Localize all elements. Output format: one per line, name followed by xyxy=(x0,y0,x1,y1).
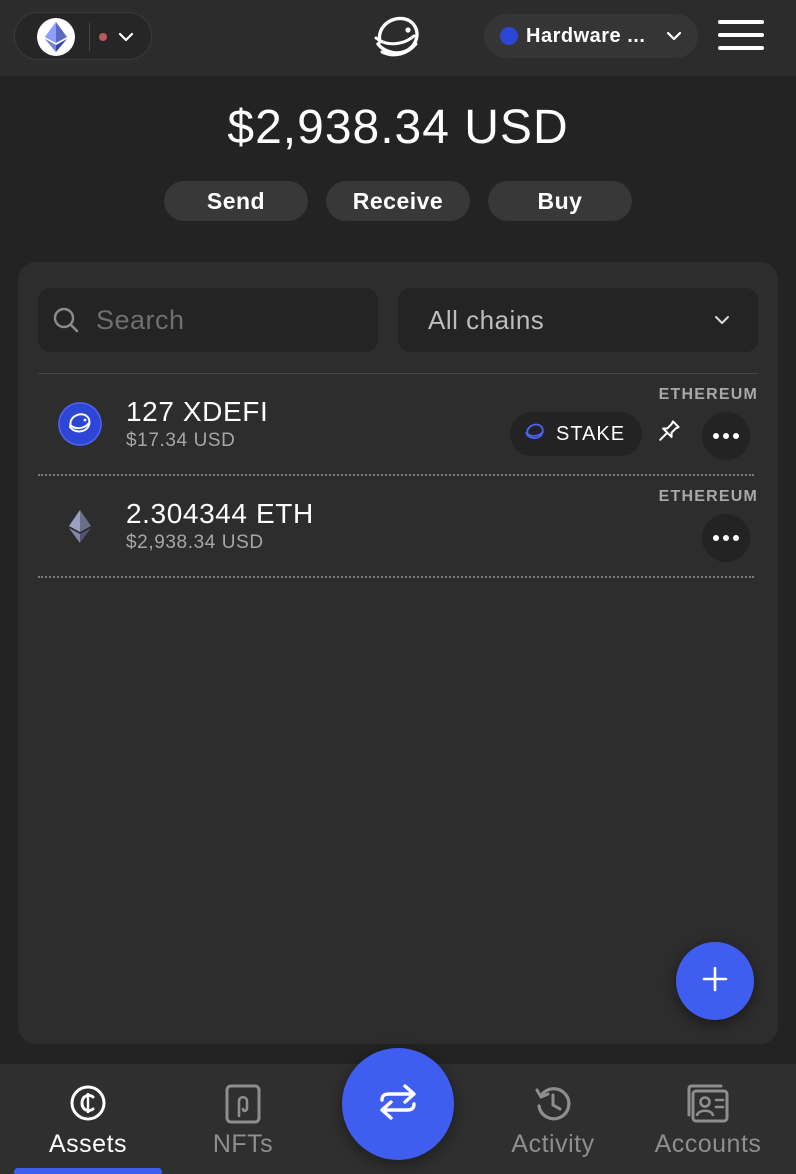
plus-icon xyxy=(701,965,729,998)
assets-coin-icon xyxy=(69,1084,107,1127)
chevron-down-icon xyxy=(714,313,730,332)
more-options-button[interactable] xyxy=(702,412,750,460)
asset-chain-label: ETHEREUM xyxy=(658,386,758,403)
nav-item-accounts[interactable]: Accounts xyxy=(630,1064,786,1174)
nft-card-icon xyxy=(224,1084,262,1129)
asset-row-eth[interactable]: 2.304344 ETH $2,938.34 USD ETHEREUM xyxy=(18,476,778,576)
total-balance: $2,938.34 USD xyxy=(227,101,569,154)
wallet-name: Hardware ... xyxy=(526,25,646,47)
wallet-selector[interactable]: Hardware ... xyxy=(484,14,698,58)
connection-status-dot xyxy=(99,33,107,41)
xdefi-token-icon xyxy=(58,402,102,446)
chain-filter-select[interactable]: All chains xyxy=(398,288,758,352)
search-input[interactable] xyxy=(96,288,366,352)
hardware-wallet-dot xyxy=(500,27,518,45)
asset-chain-label: ETHEREUM xyxy=(658,488,758,505)
send-button[interactable]: Send xyxy=(164,181,308,221)
stake-button[interactable]: STAKE xyxy=(510,412,642,456)
stake-label: STAKE xyxy=(556,422,626,445)
nav-item-assets[interactable]: Assets xyxy=(10,1064,166,1174)
asset-fiat-value: $17.34 USD xyxy=(126,430,236,451)
chevron-down-icon xyxy=(666,28,682,49)
asset-amount: 2.304344 ETH xyxy=(126,498,314,529)
asset-amount: 127 XDEFI xyxy=(126,396,269,427)
history-clock-icon xyxy=(533,1084,573,1129)
nav-label-accounts: Accounts xyxy=(654,1130,762,1158)
chevron-down-icon xyxy=(118,29,134,50)
search-field[interactable] xyxy=(38,288,378,352)
hamburger-menu-icon[interactable] xyxy=(718,20,766,52)
row-divider xyxy=(38,576,754,578)
nav-label-assets: Assets xyxy=(48,1130,128,1158)
asset-fiat-value: $2,938.34 USD xyxy=(126,532,264,553)
more-options-button[interactable] xyxy=(702,514,750,562)
network-selector[interactable] xyxy=(14,12,152,60)
asset-row-xdefi[interactable]: 127 XDEFI $17.34 USD ETHEREUM STAKE xyxy=(18,374,778,474)
accounts-card-icon xyxy=(685,1084,731,1129)
search-icon xyxy=(52,306,80,339)
top-bar: Hardware ... xyxy=(0,0,796,76)
network-separator xyxy=(89,23,90,51)
swap-arrows-icon xyxy=(377,1083,419,1126)
receive-button[interactable]: Receive xyxy=(326,181,470,221)
nav-item-activity[interactable]: Activity xyxy=(475,1064,631,1174)
xdefi-logo-icon xyxy=(372,12,424,67)
xdefi-logo-icon xyxy=(524,422,546,447)
assets-card: All chains 127 XDEFI $17.34 USD ETHEREUM xyxy=(18,262,778,1044)
chain-filter-value: All chains xyxy=(428,305,545,335)
nav-item-nfts[interactable]: NFTs xyxy=(165,1064,321,1174)
buy-button[interactable]: Buy xyxy=(488,181,632,221)
nav-label-activity: Activity xyxy=(511,1130,595,1158)
add-token-button[interactable] xyxy=(676,942,754,1020)
ethereum-icon xyxy=(37,18,75,56)
active-tab-indicator xyxy=(14,1168,162,1174)
ethereum-token-icon xyxy=(58,504,102,548)
nav-label-nfts: NFTs xyxy=(212,1130,274,1158)
wallet-app: Hardware ... $2,938.34 USD Send Receive … xyxy=(0,0,796,1174)
pin-icon[interactable] xyxy=(654,418,682,451)
swap-button[interactable] xyxy=(342,1048,454,1160)
